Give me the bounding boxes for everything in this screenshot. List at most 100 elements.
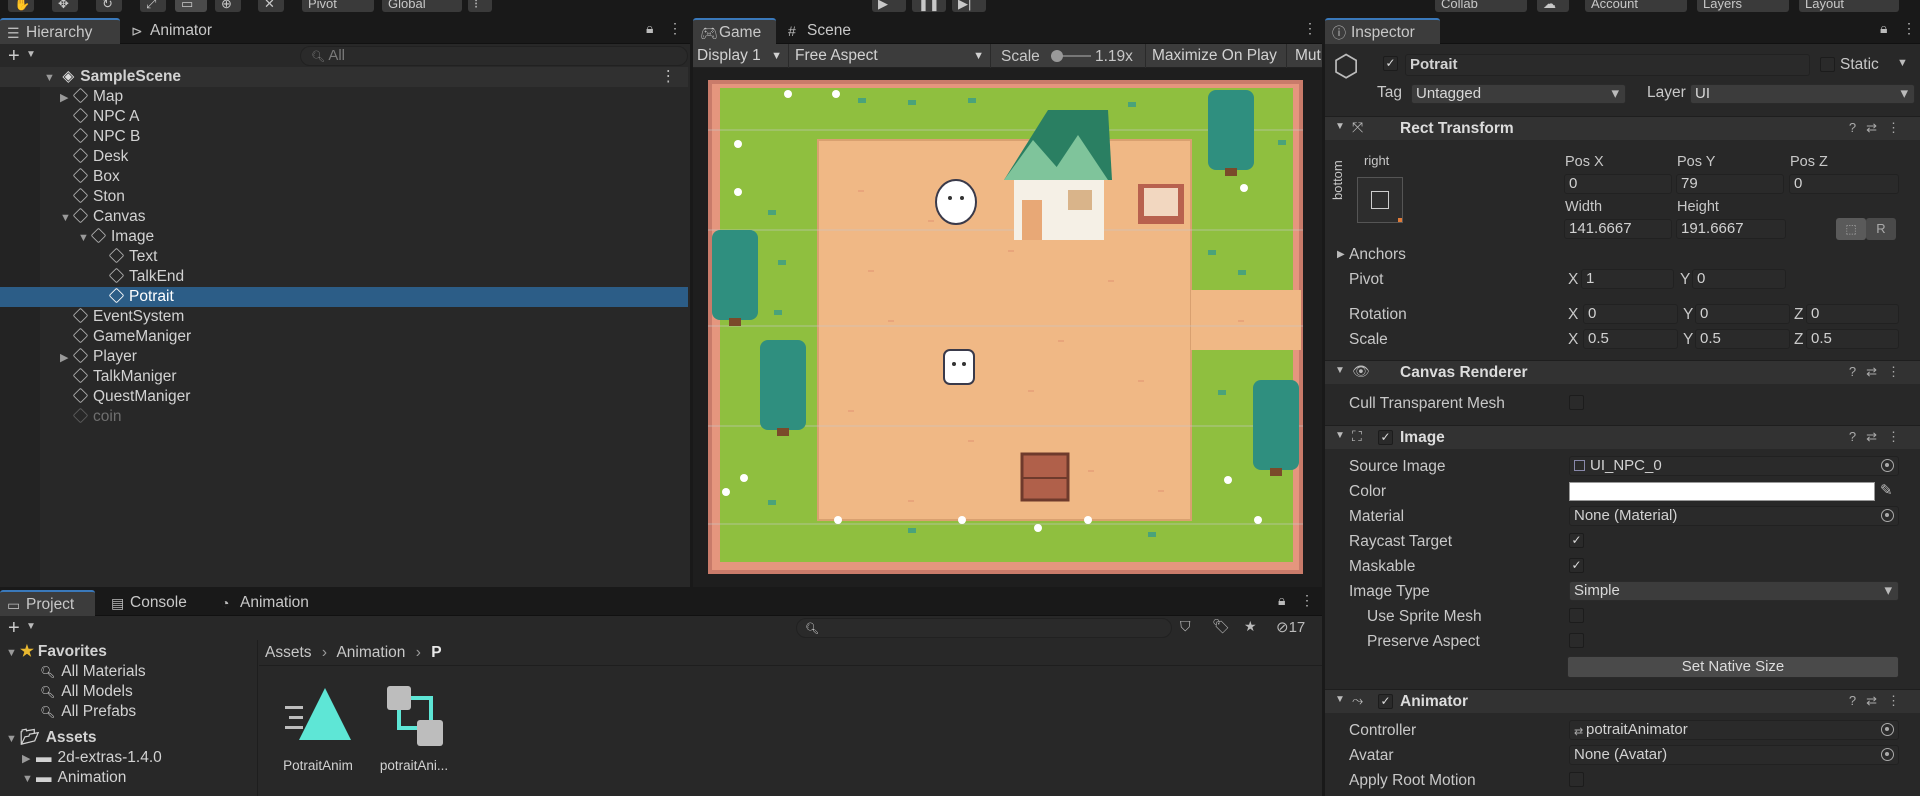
canvas-renderer-header[interactable]: ▼ 👁︎ Canvas Renderer ?⇄⋮: [1325, 360, 1920, 384]
rotation-z-field[interactable]: 0: [1806, 304, 1899, 324]
active-checkbox[interactable]: ✓: [1383, 56, 1398, 71]
pivot-y-field[interactable]: 0: [1692, 269, 1786, 289]
tree-item-npc-a[interactable]: NPC A: [0, 107, 688, 127]
object-name-input[interactable]: Potrait: [1405, 54, 1810, 76]
maximize-on-play-toggle[interactable]: Maximize On Play: [1145, 44, 1287, 68]
create-add-button[interactable]: +: [8, 45, 20, 68]
static-checkbox[interactable]: [1820, 57, 1835, 72]
tab-project[interactable]: ▭ Project: [0, 590, 95, 616]
global-toggle[interactable]: Global: [382, 0, 462, 12]
tree-item-gamemaniger[interactable]: GameManiger: [0, 327, 688, 347]
layout-dropdown[interactable]: Layout: [1799, 0, 1899, 12]
anchors-foldout[interactable]: Anchors: [1349, 246, 1406, 264]
tree-item-eventsystem[interactable]: EventSystem: [0, 307, 688, 327]
blueprint-mode-button[interactable]: ⬚: [1836, 218, 1866, 240]
component-actions[interactable]: ?⇄⋮: [1849, 120, 1910, 136]
tab-hierarchy[interactable]: ☰ Hierarchy: [0, 18, 120, 44]
folder-animation[interactable]: ▼ ▬ Animation: [0, 768, 258, 788]
filter-type-icon[interactable]: ⛉: [1180, 618, 1191, 635]
scale-y-field[interactable]: 0.5: [1695, 329, 1790, 349]
chevron-down-icon[interactable]: ▼: [26, 49, 36, 60]
scene-menu-icon[interactable]: ⋮: [661, 67, 677, 87]
hidden-packages-toggle[interactable]: ⊘17: [1276, 618, 1305, 636]
chevron-down-icon[interactable]: ▼: [1897, 57, 1908, 69]
collab-dropdown[interactable]: Collab: [1435, 0, 1527, 12]
display-dropdown[interactable]: Display 1 ▼: [693, 44, 789, 68]
hand-tool-icon[interactable]: ✋: [8, 0, 34, 12]
tree-item-questmaniger[interactable]: QuestManiger: [0, 387, 688, 407]
rotation-x-field[interactable]: 0: [1583, 304, 1678, 324]
breadcrumb-animation[interactable]: Animation: [336, 644, 405, 661]
anchor-preset-button[interactable]: [1357, 177, 1403, 223]
root-motion-checkbox[interactable]: [1569, 772, 1584, 787]
color-swatch[interactable]: [1569, 482, 1875, 501]
preserve-aspect-checkbox[interactable]: [1569, 633, 1584, 648]
cull-checkbox[interactable]: [1569, 395, 1584, 410]
pivot-x-field[interactable]: 1: [1581, 269, 1674, 289]
panel-menu-icon[interactable]: ⋮: [1303, 20, 1317, 37]
animator-component-header[interactable]: ▼ ⤳ ✓ Animator ?⇄⋮: [1325, 689, 1920, 713]
tree-item-map[interactable]: ▶ Map: [0, 87, 688, 107]
use-sprite-mesh-checkbox[interactable]: [1569, 608, 1584, 623]
cloud-icon[interactable]: ☁: [1537, 0, 1569, 12]
set-native-size-button[interactable]: Set Native Size: [1567, 656, 1899, 678]
project-search-input[interactable]: 🔍︎: [796, 618, 1172, 638]
posx-field[interactable]: 0: [1564, 174, 1672, 194]
object-picker-icon[interactable]: [1881, 459, 1894, 472]
tree-item-talkend[interactable]: TalkEnd: [0, 267, 688, 287]
move-tool-icon[interactable]: ✥: [52, 0, 78, 12]
rotate-tool-icon[interactable]: ↻: [96, 0, 122, 12]
lock-icon[interactable]: 🔒︎: [1880, 20, 1887, 37]
component-actions[interactable]: ?⇄⋮: [1849, 364, 1910, 380]
lock-icon[interactable]: 🔒︎: [1278, 592, 1285, 609]
tag-dropdown[interactable]: Untagged: [1411, 84, 1626, 104]
eyedropper-icon[interactable]: ✎: [1880, 481, 1893, 499]
tree-item-text[interactable]: Text: [0, 247, 688, 267]
favorite-all-materials[interactable]: 🔍︎ All Materials: [0, 662, 258, 682]
tab-scene[interactable]: # Scene: [781, 18, 861, 44]
tree-item-ston[interactable]: Ston: [0, 187, 688, 207]
chevron-right-icon[interactable]: ▶: [60, 88, 74, 108]
chevron-down-icon[interactable]: ▼: [60, 208, 74, 228]
custom-tool-icon[interactable]: ✕: [258, 0, 284, 12]
snap-icon[interactable]: ⁝: [468, 0, 492, 12]
star-icon[interactable]: ★: [1244, 618, 1257, 635]
width-field[interactable]: 141.6667: [1564, 219, 1672, 239]
favorite-all-models[interactable]: 🔍︎ All Models: [0, 682, 258, 702]
avatar-field[interactable]: None (Avatar): [1569, 745, 1899, 765]
chevron-down-icon[interactable]: ▼: [1335, 430, 1345, 441]
account-dropdown[interactable]: Account: [1585, 0, 1687, 12]
chevron-down-icon[interactable]: ▼: [6, 643, 20, 663]
rect-transform-header[interactable]: ▼ ⤧ Rect Transform ?⇄⋮: [1325, 116, 1920, 140]
animator-enabled-checkbox[interactable]: ✓: [1378, 694, 1393, 709]
scale-tool-icon[interactable]: ⤢: [140, 0, 166, 12]
panel-menu-icon[interactable]: ⋮: [1300, 592, 1314, 609]
scale-z-field[interactable]: 0.5: [1806, 329, 1899, 349]
tree-item-talkmaniger[interactable]: TalkManiger: [0, 367, 688, 387]
transform-tool-icon[interactable]: ⊕: [215, 0, 241, 12]
chevron-down-icon[interactable]: ▼: [1335, 694, 1345, 705]
chevron-down-icon[interactable]: ▼: [6, 729, 20, 749]
image-component-header[interactable]: ▼ ⛶ ✓ Image ?⇄⋮: [1325, 425, 1920, 449]
game-viewport[interactable]: [708, 80, 1303, 574]
chevron-down-icon[interactable]: ▼: [1335, 365, 1345, 376]
breadcrumb-p[interactable]: P: [431, 644, 441, 661]
material-field[interactable]: None (Material): [1569, 506, 1899, 526]
lock-icon[interactable]: 🔒︎: [646, 20, 653, 37]
rect-tool-icon[interactable]: ▭: [175, 0, 207, 12]
component-actions[interactable]: ?⇄⋮: [1849, 429, 1910, 445]
object-picker-icon[interactable]: [1881, 509, 1894, 522]
chevron-down-icon[interactable]: ▼: [78, 228, 92, 248]
component-actions[interactable]: ?⇄⋮: [1849, 693, 1910, 709]
image-type-dropdown[interactable]: Simple: [1569, 581, 1899, 601]
tab-console[interactable]: ▤ Console: [104, 590, 204, 616]
rotation-y-field[interactable]: 0: [1695, 304, 1790, 324]
chevron-right-icon[interactable]: ▶: [60, 348, 74, 368]
hierarchy-search-input[interactable]: 🔍︎ All: [300, 46, 688, 66]
create-add-button[interactable]: +: [8, 617, 20, 640]
favorites-row[interactable]: ▼ ★ Favorites: [0, 642, 258, 662]
chevron-down-icon[interactable]: ▼: [1335, 121, 1345, 132]
scale-slider-handle[interactable]: [1051, 50, 1063, 62]
layer-dropdown[interactable]: UI: [1690, 84, 1915, 104]
pause-button[interactable]: ❚❚: [912, 0, 946, 12]
